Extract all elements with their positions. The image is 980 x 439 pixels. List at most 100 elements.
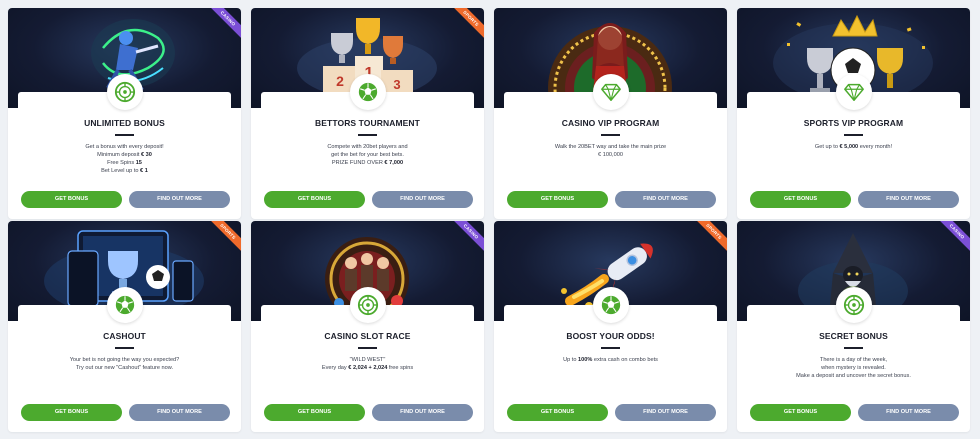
promo-card[interactable]: CASINO VIP PROGRAM Walk the 20BET way and… bbox=[494, 8, 727, 219]
find-out-more-button[interactable]: FIND OUT MORE bbox=[615, 404, 716, 421]
find-out-more-button[interactable]: FIND OUT MORE bbox=[372, 404, 473, 421]
description-text: extra cash on combo bets bbox=[592, 357, 658, 363]
promo-card[interactable]: 213SPORTSBETTORS TOURNAMENTCompete with … bbox=[251, 8, 484, 219]
promo-title: CASINO VIP PROGRAM bbox=[561, 118, 660, 128]
description-highlight: € 30 bbox=[140, 152, 152, 158]
description-line: "WILD WEST" bbox=[271, 356, 464, 364]
description-line: Bet Level up to € 1 bbox=[28, 167, 221, 175]
description-text: Minimum deposit bbox=[97, 152, 141, 158]
promo-card[interactable]: SPORTS CASHOUT Your bet is not going the w… bbox=[8, 221, 241, 432]
podium-second-label: 2 bbox=[336, 73, 344, 89]
description-highlight: € 1 bbox=[140, 168, 148, 174]
description-line: Try out our new "Cashout" feature now. bbox=[28, 364, 221, 372]
promo-title: SECRET BONUS bbox=[819, 331, 888, 341]
promo-description: There is a day of the week, when mystery … bbox=[757, 356, 950, 380]
promo-card[interactable]: SPORTS BOOST YOUR ODDS! Up to 100% extra c… bbox=[494, 221, 727, 432]
find-out-more-button[interactable]: FIND OUT MORE bbox=[372, 191, 473, 208]
description-line: Get a bonus with every deposit! bbox=[28, 143, 221, 151]
get-bonus-button[interactable]: GET BONUS bbox=[264, 191, 365, 208]
title-divider bbox=[115, 134, 134, 136]
description-text: Up to bbox=[563, 357, 578, 363]
description-text: There is a day of the week, bbox=[819, 357, 888, 363]
get-bonus-button[interactable]: GET BONUS bbox=[21, 404, 122, 421]
promo-description: Up to 100% extra cash on combo bets bbox=[514, 356, 707, 364]
description-line: Your bet is not going the way you expect… bbox=[28, 356, 221, 364]
find-out-more-button[interactable]: FIND OUT MORE bbox=[129, 404, 230, 421]
description-line: Every day € 2,024 + 2,024 free spins bbox=[271, 364, 464, 372]
get-bonus-button[interactable]: GET BONUS bbox=[21, 191, 122, 208]
description-highlight: € 7,000 bbox=[384, 160, 404, 166]
promo-description: Walk the 20BET way and take the main pri… bbox=[514, 143, 707, 159]
description-line: There is a day of the week, bbox=[757, 356, 950, 364]
description-text: € 100,000 bbox=[598, 152, 623, 158]
description-text: when mystery is revealed. bbox=[821, 365, 886, 371]
promo-title: SPORTS VIP PROGRAM bbox=[803, 118, 904, 128]
description-line: PRIZE FUND OVER € 7,000 bbox=[271, 159, 464, 167]
description-highlight: 15 bbox=[135, 160, 142, 166]
promo-description: Your bet is not going the way you expect… bbox=[28, 356, 221, 372]
roulette-icon bbox=[349, 287, 386, 323]
diamond-icon bbox=[835, 74, 872, 110]
promo-description: Get up to € 5,000 every month! bbox=[757, 143, 950, 151]
title-divider bbox=[601, 347, 620, 349]
diamond-icon bbox=[592, 74, 629, 110]
promo-card[interactable]: CASINO UNLIMITED BONUS Get a bonus with ev… bbox=[8, 8, 241, 219]
description-line: Compete with 20bet players and bbox=[271, 143, 464, 151]
roulette-icon bbox=[835, 287, 872, 323]
description-line: Minimum deposit € 30 bbox=[28, 151, 221, 159]
description-highlight: € 2,024 + 2,024 bbox=[348, 365, 388, 371]
description-text: "WILD WEST" bbox=[349, 357, 386, 363]
description-line: Make a deposit and uncover the secret bo… bbox=[757, 372, 950, 380]
description-text: free spins bbox=[387, 365, 414, 371]
description-text: Your bet is not going the way you expect… bbox=[69, 357, 180, 363]
title-divider bbox=[358, 347, 377, 349]
find-out-more-button[interactable]: FIND OUT MORE bbox=[129, 191, 230, 208]
promo-title: UNLIMITED BONUS bbox=[84, 118, 165, 128]
soccer-ball-icon bbox=[349, 74, 386, 110]
find-out-more-button[interactable]: FIND OUT MORE bbox=[858, 404, 959, 421]
promo-description: Get a bonus with every deposit! Minimum d… bbox=[28, 143, 221, 175]
promo-title: CASHOUT bbox=[103, 331, 146, 341]
description-text: Make a deposit and uncover the secret bo… bbox=[796, 373, 911, 379]
find-out-more-button[interactable]: FIND OUT MORE bbox=[858, 191, 959, 208]
promo-description: Compete with 20bet players and get the be… bbox=[271, 143, 464, 167]
description-text: PRIZE FUND OVER bbox=[331, 160, 385, 166]
description-line: get the bet for your best bets. bbox=[271, 151, 464, 159]
title-divider bbox=[844, 134, 863, 136]
podium-third-label: 3 bbox=[393, 77, 400, 92]
get-bonus-button[interactable]: GET BONUS bbox=[750, 404, 851, 421]
description-text: Every day bbox=[321, 365, 349, 371]
description-text: get the bet for your best bets. bbox=[331, 152, 404, 158]
description-highlight: € 5,000 bbox=[839, 144, 859, 150]
description-text: Walk the 20BET way and take the main pri… bbox=[554, 144, 667, 150]
promo-description: "WILD WEST" Every day € 2,024 + 2,024 fre… bbox=[271, 356, 464, 372]
get-bonus-button[interactable]: GET BONUS bbox=[507, 191, 608, 208]
title-divider bbox=[358, 134, 377, 136]
get-bonus-button[interactable]: GET BONUS bbox=[750, 191, 851, 208]
description-text: Get up to bbox=[814, 144, 840, 150]
description-line: Get up to € 5,000 every month! bbox=[757, 143, 950, 151]
description-highlight: 100% bbox=[578, 357, 593, 363]
title-divider bbox=[844, 347, 863, 349]
find-out-more-button[interactable]: FIND OUT MORE bbox=[615, 191, 716, 208]
promotions-grid: CASINO UNLIMITED BONUS Get a bonus with ev… bbox=[0, 0, 980, 439]
promo-card[interactable]: SPORTS VIP PROGRAM Get up to € 5,000 ever… bbox=[737, 8, 970, 219]
description-text: Free Spins bbox=[107, 160, 136, 166]
description-line: Walk the 20BET way and take the main pri… bbox=[514, 143, 707, 151]
promo-card[interactable]: CASINO SECRET BONUS There is a day of the … bbox=[737, 221, 970, 432]
description-line: Up to 100% extra cash on combo bets bbox=[514, 356, 707, 364]
promo-title: CASINO SLOT RACE bbox=[324, 331, 411, 341]
get-bonus-button[interactable]: GET BONUS bbox=[264, 404, 365, 421]
promo-title: BETTORS TOURNAMENT bbox=[315, 118, 420, 128]
description-text: Compete with 20bet players and bbox=[327, 144, 408, 150]
title-divider bbox=[601, 134, 620, 136]
roulette-icon bbox=[106, 74, 143, 110]
get-bonus-button[interactable]: GET BONUS bbox=[507, 404, 608, 421]
description-line: Free Spins 15 bbox=[28, 159, 221, 167]
promo-title: BOOST YOUR ODDS! bbox=[566, 331, 655, 341]
promo-card[interactable]: CASINO CASINO SLOT RACE "WILD WEST" Every d… bbox=[251, 221, 484, 432]
title-divider bbox=[115, 347, 134, 349]
description-text: every month! bbox=[858, 144, 893, 150]
soccer-ball-icon bbox=[592, 287, 629, 323]
soccer-ball-icon bbox=[106, 287, 143, 323]
